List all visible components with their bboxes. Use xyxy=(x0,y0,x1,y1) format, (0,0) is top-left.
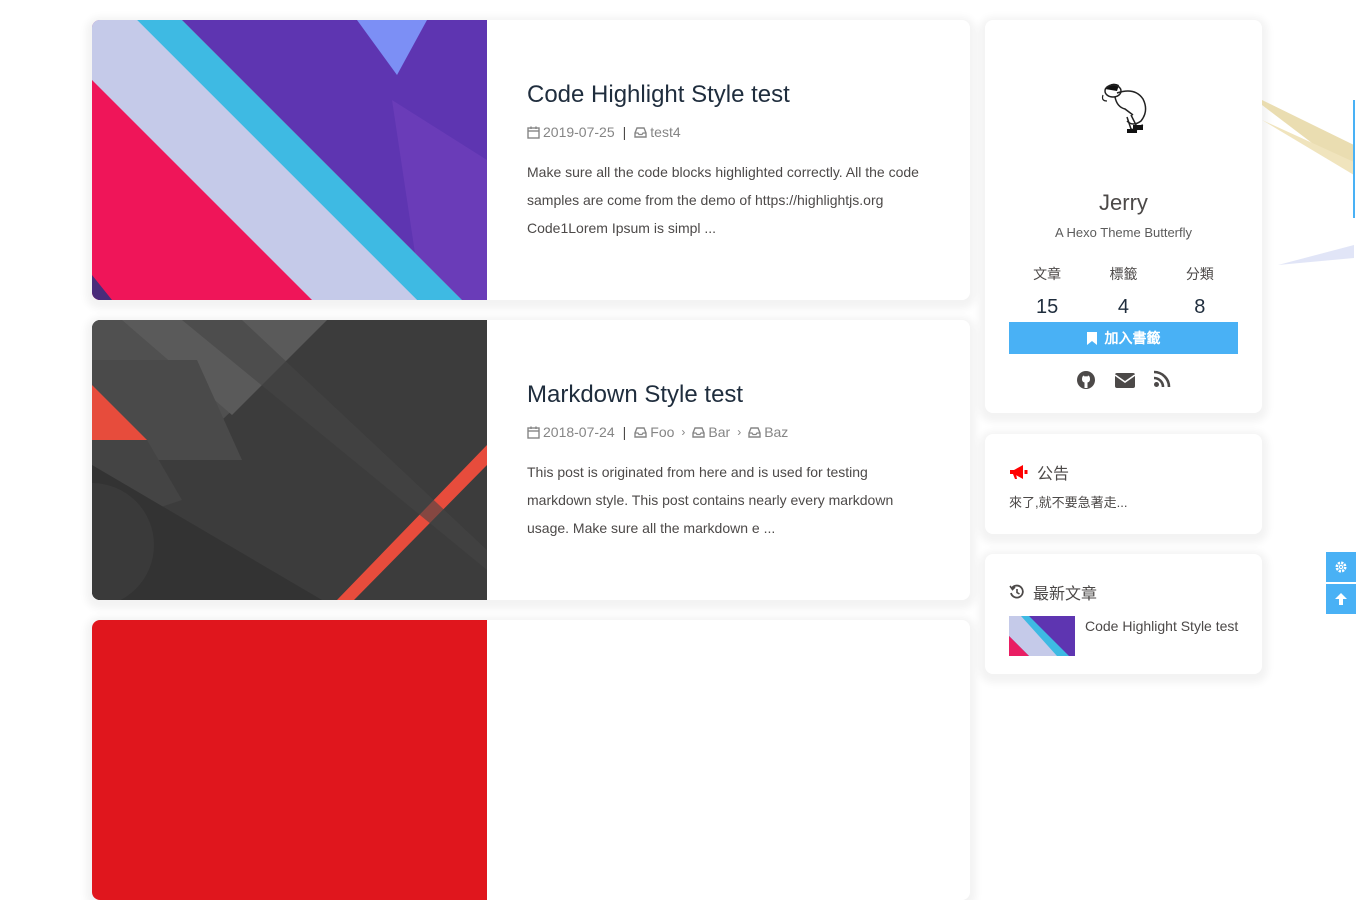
post-card[interactable] xyxy=(92,620,970,900)
post-category-link[interactable]: test4 xyxy=(650,122,680,142)
calendar-icon xyxy=(527,126,540,139)
recent-posts-heading: 最新文章 xyxy=(1009,580,1097,604)
announcement-text: 來了,就不要急著走... xyxy=(1009,495,1128,510)
post-category-link[interactable]: Bar xyxy=(708,422,730,442)
post-title[interactable]: Markdown Style test xyxy=(527,380,930,410)
stat-tags[interactable]: 標籤 4 xyxy=(1085,264,1161,319)
post-excerpt: This post is originated from here and is… xyxy=(527,464,894,536)
background-decoration xyxy=(1262,100,1355,265)
settings-button[interactable] xyxy=(1326,552,1356,582)
site-stats: 文章 15 標籤 4 分類 8 xyxy=(1009,264,1238,319)
post-title[interactable]: Code Highlight Style test xyxy=(527,80,930,110)
post-date: 2018-07-24 xyxy=(543,424,615,440)
chevron-right-icon: › xyxy=(737,425,742,439)
inbox-icon xyxy=(634,426,647,438)
github-icon[interactable] xyxy=(1076,370,1096,390)
bookmark-button[interactable]: 加入書籤 xyxy=(1009,322,1238,354)
author-description: A Hexo Theme Butterfly xyxy=(1054,225,1193,240)
stat-label: 分類 xyxy=(1185,266,1214,282)
history-icon xyxy=(1009,584,1024,599)
inbox-icon xyxy=(634,126,647,138)
stat-articles[interactable]: 文章 15 xyxy=(1009,264,1085,319)
stat-categories[interactable]: 分類 8 xyxy=(1162,264,1238,319)
stat-value: 8 xyxy=(1194,296,1206,318)
announcement-title: 公告 xyxy=(1037,466,1070,483)
recent-posts-card: 最新文章 Code Highlight Style test xyxy=(985,554,1262,674)
social-links xyxy=(985,370,1262,390)
post-card[interactable]: Markdown Style test 2018-07-24 | Foo › B… xyxy=(92,320,970,600)
post-cover-image[interactable] xyxy=(92,620,487,900)
post-cover-image[interactable] xyxy=(92,20,487,300)
inbox-icon xyxy=(692,426,706,438)
chevron-right-icon: › xyxy=(681,425,686,439)
bullhorn-icon xyxy=(1010,465,1028,479)
avatar[interactable] xyxy=(1087,71,1159,143)
calendar-icon xyxy=(527,426,540,439)
stat-value: 15 xyxy=(1036,296,1059,318)
post-cover-image[interactable] xyxy=(92,320,487,600)
recent-posts-title: 最新文章 xyxy=(1033,586,1098,603)
post-date: 2019-07-25 xyxy=(543,124,615,140)
post-category-link[interactable]: Baz xyxy=(764,422,788,442)
stat-label: 標籤 xyxy=(1109,266,1138,282)
meta-separator: | xyxy=(622,124,627,140)
envelope-icon[interactable] xyxy=(1114,370,1135,390)
post-meta: 2019-07-25 | test4 xyxy=(527,122,930,142)
author-name: Jerry xyxy=(1099,190,1148,215)
post-excerpt: Make sure all the code blocks highlighte… xyxy=(527,164,919,236)
arrow-up-icon xyxy=(1335,593,1347,605)
inbox-icon xyxy=(748,426,761,438)
announcement-card: 公告 來了,就不要急著走... xyxy=(985,434,1262,534)
stat-label: 文章 xyxy=(1033,266,1062,282)
back-to-top-button[interactable] xyxy=(1326,584,1356,614)
post-category-link[interactable]: Foo xyxy=(650,422,674,442)
post-meta: 2018-07-24 | Foo › Bar › Baz xyxy=(527,422,930,442)
recent-post-thumbnail[interactable] xyxy=(1009,616,1075,656)
meta-separator: | xyxy=(622,424,627,440)
bookmark-icon xyxy=(1086,331,1097,345)
rss-icon[interactable] xyxy=(1152,370,1172,390)
gear-icon xyxy=(1335,561,1347,573)
bookmark-label: 加入書籤 xyxy=(1104,330,1161,346)
announcement-heading: 公告 xyxy=(1009,460,1069,484)
recent-post-item[interactable]: Code Highlight Style test xyxy=(1009,616,1238,656)
stat-value: 4 xyxy=(1117,296,1130,318)
author-card: Jerry A Hexo Theme Butterfly 文章 15 標籤 4 … xyxy=(985,20,1262,413)
post-card[interactable]: Code Highlight Style test 2019-07-25 | t… xyxy=(92,20,970,300)
recent-post-title[interactable]: Code Highlight Style test xyxy=(1085,616,1238,656)
